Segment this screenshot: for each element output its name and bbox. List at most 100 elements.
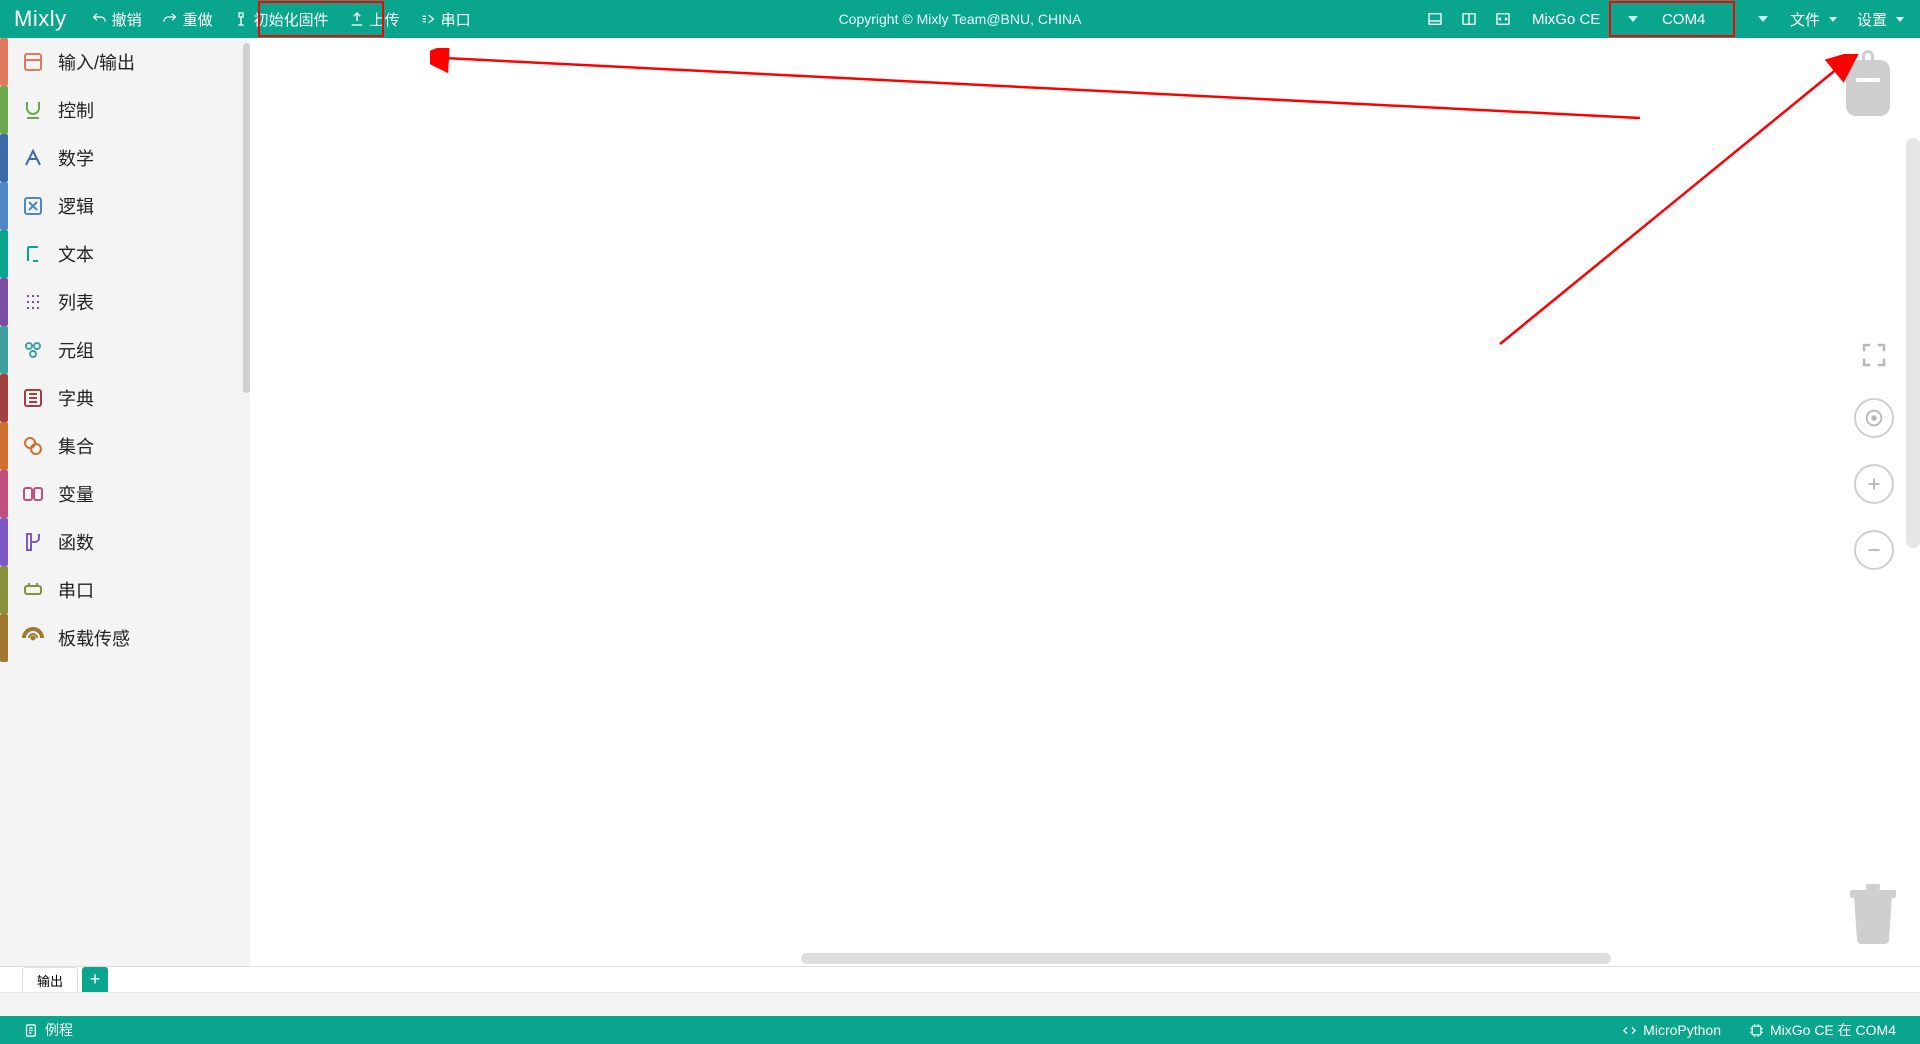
board-port-indicator[interactable]: MixGo CE 在 COM4 — [1739, 1020, 1906, 1040]
category-label: 变量 — [58, 481, 94, 507]
annotation-arrow-2 — [1490, 54, 1860, 354]
board-dropdown-label: MixGo CE — [1532, 11, 1600, 28]
zoom-out-button[interactable] — [1854, 530, 1894, 570]
undo-button[interactable]: 撤销 — [81, 0, 152, 38]
category-item[interactable]: 串口 — [0, 566, 250, 614]
upload-icon — [349, 11, 365, 27]
backpack-button[interactable] — [1846, 50, 1900, 116]
category-label: 文本 — [58, 241, 94, 267]
category-color-stripe — [0, 518, 8, 566]
layout-button-2[interactable] — [1452, 0, 1486, 38]
center-button[interactable] — [1854, 398, 1894, 438]
upload-button[interactable]: 上传 — [339, 0, 410, 38]
examples-button[interactable]: 例程 — [14, 1020, 83, 1040]
category-icon — [20, 49, 46, 75]
output-area — [0, 992, 1920, 1016]
category-color-stripe — [0, 374, 8, 422]
category-icon — [20, 529, 46, 555]
zoom-in-button[interactable] — [1854, 464, 1894, 504]
category-item[interactable]: 数学 — [0, 134, 250, 182]
category-icon — [20, 433, 46, 459]
init-firmware-button[interactable]: 初始化固件 — [223, 0, 339, 38]
tab-add-button[interactable]: + — [82, 967, 108, 992]
board-dropdown[interactable]: MixGo CE — [1520, 0, 1650, 38]
category-item[interactable]: 控制 — [0, 86, 250, 134]
category-color-stripe — [0, 230, 8, 278]
redo-button[interactable]: 重做 — [152, 0, 223, 38]
language-label: MicroPython — [1643, 1022, 1721, 1038]
workspace-vertical-scrollbar[interactable] — [1906, 138, 1920, 548]
category-color-stripe — [0, 422, 8, 470]
category-item[interactable]: 板载传感 — [0, 614, 250, 662]
trashcan-button[interactable] — [1848, 884, 1898, 944]
category-icon — [20, 145, 46, 171]
category-color-stripe — [0, 614, 8, 662]
examples-label: 例程 — [45, 1020, 73, 1040]
main-area: 输入/输出控制数学逻辑文本列表元组字典集合变量函数串口板载传感 — [0, 38, 1920, 966]
category-color-stripe — [0, 38, 8, 86]
category-sidebar: 输入/输出控制数学逻辑文本列表元组字典集合变量函数串口板载传感 — [0, 38, 250, 966]
file-menu[interactable]: 文件 — [1780, 0, 1847, 38]
category-item[interactable]: 函数 — [0, 518, 250, 566]
settings-menu-label: 设置 — [1857, 9, 1887, 30]
board-port-label: MixGo CE 在 COM4 — [1770, 1020, 1896, 1040]
layout-icon-2 — [1461, 11, 1477, 27]
top-toolbar: Mixly 撤销 重做 初始化固件 上传 串口 Copyright © Mixl… — [0, 0, 1920, 38]
category-item[interactable]: 输入/输出 — [0, 38, 250, 86]
firmware-icon — [233, 11, 249, 27]
category-item[interactable]: 文本 — [0, 230, 250, 278]
category-item[interactable]: 变量 — [0, 470, 250, 518]
category-item[interactable]: 列表 — [0, 278, 250, 326]
language-indicator[interactable]: MicroPython — [1612, 1022, 1731, 1038]
category-item[interactable]: 元组 — [0, 326, 250, 374]
category-item[interactable]: 逻辑 — [0, 182, 250, 230]
category-label: 输入/输出 — [58, 49, 135, 75]
tab-output[interactable]: 输出 — [22, 967, 78, 992]
workspace-horizontal-scrollbar[interactable] — [801, 953, 1611, 964]
category-item[interactable]: 字典 — [0, 374, 250, 422]
serial-icon — [420, 11, 436, 27]
redo-label: 重做 — [183, 9, 213, 30]
status-bar: 例程 MicroPython MixGo CE 在 COM4 — [0, 1016, 1920, 1044]
fullscreen-button[interactable] — [1857, 338, 1891, 372]
code-view-button[interactable] — [1486, 0, 1520, 38]
upload-label: 上传 — [370, 9, 400, 30]
category-icon — [20, 241, 46, 267]
category-color-stripe — [0, 86, 8, 134]
port-dropdown-label: COM4 — [1662, 11, 1705, 28]
settings-menu[interactable]: 设置 — [1847, 0, 1914, 38]
category-item[interactable]: 集合 — [0, 422, 250, 470]
category-color-stripe — [0, 278, 8, 326]
undo-label: 撤销 — [112, 9, 142, 30]
redo-icon — [162, 11, 178, 27]
bottom-panel: 输出 + — [0, 966, 1920, 1016]
undo-icon — [91, 11, 107, 27]
copyright-text: Copyright © Mixly Team@BNU, CHINA — [839, 11, 1082, 27]
category-label: 元组 — [58, 337, 94, 363]
category-icon — [20, 97, 46, 123]
chevron-down-icon — [1758, 16, 1768, 22]
serial-button[interactable]: 串口 — [410, 0, 481, 38]
category-icon — [20, 193, 46, 219]
layout-icon-1 — [1427, 11, 1443, 27]
init-firmware-label: 初始化固件 — [254, 9, 329, 30]
category-label: 字典 — [58, 385, 94, 411]
category-label: 串口 — [58, 577, 94, 603]
brand-logo: Mixly — [6, 6, 81, 32]
category-label: 控制 — [58, 97, 94, 123]
layout-button-1[interactable] — [1418, 0, 1452, 38]
category-label: 板载传感 — [58, 625, 130, 651]
blockly-workspace[interactable] — [250, 38, 1920, 966]
chevron-down-icon — [1628, 16, 1638, 22]
category-icon — [20, 385, 46, 411]
category-icon — [20, 577, 46, 603]
code-icon — [1495, 11, 1511, 27]
sidebar-scrollbar[interactable] — [243, 43, 250, 393]
plus-icon: + — [90, 969, 101, 990]
port-dropdown[interactable]: COM4 — [1650, 0, 1780, 38]
serial-label: 串口 — [441, 9, 471, 30]
category-icon — [20, 481, 46, 507]
chevron-down-icon — [1896, 17, 1904, 22]
category-label: 函数 — [58, 529, 94, 555]
category-icon — [20, 289, 46, 315]
